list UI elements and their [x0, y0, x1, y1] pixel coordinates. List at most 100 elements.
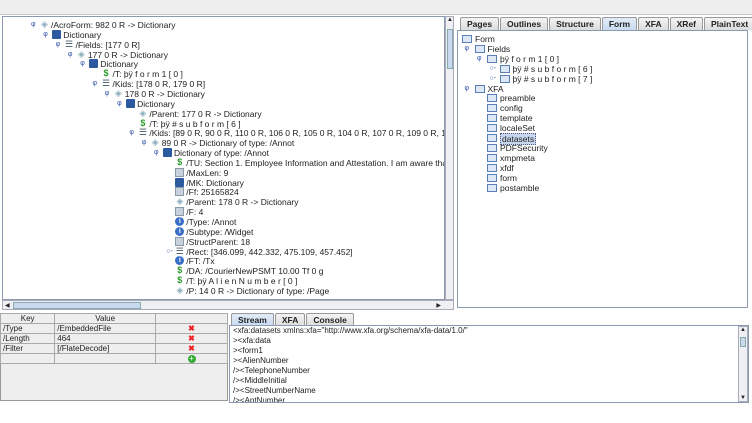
collapse-icon[interactable]: φ — [31, 21, 38, 28]
collapse-icon[interactable]: φ — [465, 85, 472, 92]
tree-node[interactable]: φ Dictionary of type: /Annot — [3, 148, 444, 158]
collapse-icon[interactable]: φ — [68, 51, 75, 58]
key-cell[interactable]: /Length — [0, 333, 56, 344]
collapse-icon[interactable]: φ — [117, 100, 124, 107]
tree-node[interactable]: /F: 4 — [3, 207, 444, 217]
scroll-up-icon[interactable]: ▲ — [447, 17, 453, 23]
tree-node[interactable]: /StructParent: 18 — [3, 236, 444, 247]
form-tree-node[interactable]: xmpmeta — [458, 153, 747, 163]
tree-node[interactable]: /MaxLen: 9 — [3, 167, 444, 178]
form-tree-node[interactable]: φ XFA — [458, 84, 747, 94]
tree-node[interactable]: φ ◈ 178 0 R -> Dictionary — [3, 88, 444, 99]
tree-node[interactable]: φ ◈ 177 0 R -> Dictionary — [3, 49, 444, 60]
tree-node[interactable]: φ ◈ 89 0 R -> Dictionary of type: /Annot — [3, 138, 444, 149]
delete-icon[interactable]: ✖ — [155, 343, 228, 354]
tab-plaintext[interactable]: PlainText — [704, 17, 752, 30]
key-cell[interactable] — [0, 353, 56, 364]
form-tree-node[interactable]: Form — [458, 34, 747, 44]
tree-node[interactable]: ○- ☰/Rect: [346.099, 442.332, 475.109, 45… — [3, 246, 444, 257]
value-cell[interactable] — [54, 353, 156, 364]
form-tree-node[interactable]: ○- þÿ # s u b f o r m [ 7 ] — [458, 74, 747, 84]
tree-node[interactable]: $/TU: Section 1. Employee Information an… — [3, 157, 444, 168]
tree-node[interactable]: /MK: Dictionary — [3, 177, 444, 188]
tree-node[interactable]: $/T: þÿ A l i e n N u m b e r [ 0 ] — [3, 276, 444, 287]
tree-node[interactable]: $/T: þÿ # s u b f o r m [ 6 ] — [3, 118, 444, 129]
tree-node[interactable]: i/Type: /Annot — [3, 217, 444, 227]
delete-icon[interactable]: ✖ — [155, 323, 228, 334]
form-tree-node[interactable]: φ Fields — [458, 44, 747, 54]
tree-node[interactable]: /Ff: 25165824 — [3, 187, 444, 197]
collapse-icon[interactable]: φ — [465, 45, 472, 52]
table-row[interactable]: /Filter [/FlateDecode] ✖ — [0, 343, 228, 354]
tree-node[interactable]: φ Dictionary — [3, 98, 444, 109]
expand-icon[interactable]: ○- — [490, 65, 497, 72]
scroll-right-icon[interactable]: ▶ — [436, 302, 441, 309]
form-node-icon — [487, 94, 497, 103]
scroll-thumb[interactable] — [447, 29, 453, 69]
table-row[interactable]: /Length 464 ✖ — [0, 333, 228, 344]
object-tree[interactable]: φ ◈/AcroForm: 982 0 R -> Dictionary φ Dicti… — [2, 16, 445, 300]
key-cell[interactable]: /Type — [0, 323, 56, 334]
tab-pages[interactable]: Pages — [460, 17, 500, 30]
tab-outlines[interactable]: Outlines — [500, 17, 549, 30]
tab-structure[interactable]: Structure — [549, 17, 601, 30]
tree-node[interactable]: φ Dictionary — [3, 59, 444, 69]
key-cell[interactable]: /Filter — [0, 343, 56, 354]
form-tree-node[interactable]: datasets — [458, 133, 747, 145]
form-tree-node[interactable]: form — [458, 173, 747, 183]
column-key[interactable]: Key — [0, 313, 56, 324]
tree-node[interactable]: φ ☰/Fields: [177 0 R] — [3, 39, 444, 50]
form-tree-node[interactable]: preamble — [458, 93, 747, 103]
tree-node[interactable]: i/FT: /Tx — [3, 256, 444, 266]
tree-node[interactable]: φ ☰/Kids: [178 0 R, 179 0 R] — [3, 79, 444, 90]
tree-node[interactable]: ◈/Parent: 178 0 R -> Dictionary — [3, 197, 444, 208]
scroll-thumb[interactable] — [13, 302, 141, 309]
column-value[interactable]: Value — [54, 313, 156, 324]
collapse-icon[interactable]: φ — [142, 139, 149, 146]
expand-icon[interactable]: ○- — [166, 248, 173, 255]
tab-form[interactable]: Form — [601, 17, 638, 30]
collapse-icon[interactable]: φ — [56, 41, 63, 48]
collapse-icon[interactable]: φ — [154, 149, 161, 156]
add-icon[interactable]: + — [187, 355, 196, 363]
table-row[interactable]: /Type/EmbeddedFile ✖ — [0, 323, 228, 334]
tab-xref[interactable]: XRef — [669, 17, 704, 30]
scroll-thumb[interactable] — [740, 337, 746, 347]
value-cell[interactable]: 464 — [54, 333, 156, 344]
collapse-icon[interactable]: φ — [105, 90, 112, 97]
value-cell[interactable]: [/FlateDecode] — [54, 343, 156, 354]
value-cell[interactable]: /EmbeddedFile — [54, 323, 156, 334]
form-tree-node[interactable]: φ þÿ f o r m 1 [ 0 ] — [458, 54, 747, 64]
form-tree-node[interactable]: PDFSecurity — [458, 143, 747, 153]
form-tree-node[interactable]: postamble — [458, 183, 747, 193]
scroll-down-icon[interactable]: ▼ — [740, 395, 746, 401]
form-tree-node[interactable]: localeSet — [458, 123, 747, 133]
tab-xfa[interactable]: XFA — [638, 17, 669, 30]
scroll-left-icon[interactable]: ◀ — [5, 302, 10, 309]
form-tree-node[interactable]: xfdf — [458, 163, 747, 173]
collapse-icon[interactable]: φ — [43, 31, 50, 38]
tree-node[interactable]: ◈/Parent: 177 0 R -> Dictionary — [3, 108, 444, 119]
form-tree-node[interactable]: ○- þÿ # s u b f o r m [ 6 ] — [458, 64, 747, 74]
form-tree-node[interactable]: config — [458, 103, 747, 113]
stream-scrollbar[interactable]: ▲ ▼ — [738, 326, 748, 402]
tree-node[interactable]: $/T: þÿ f o r m 1 [ 0 ] — [3, 69, 444, 80]
tree-node[interactable]: φ ◈/AcroForm: 982 0 R -> Dictionary — [3, 20, 444, 31]
tree-vertical-scrollbar[interactable]: ▲ — [445, 16, 454, 300]
collapse-icon[interactable]: φ — [129, 129, 136, 136]
collapse-icon[interactable]: φ — [477, 55, 484, 62]
tree-node[interactable]: $/DA: /CourierNewPSMT 10.00 Tf 0 g — [3, 266, 444, 277]
tree-node[interactable]: ◈/P: 14 0 R -> Dictionary of type: /Page — [3, 285, 444, 296]
tree-node[interactable]: i/Subtype: /Widget — [3, 226, 444, 237]
form-tree-node[interactable]: template — [458, 113, 747, 123]
tree-node[interactable]: φ ☰/Kids: [89 0 R, 90 0 R, 110 0 R, 106 0… — [3, 128, 444, 139]
stream-view[interactable]: <xfa:datasets xmlns:xfa="http://www.xfa.… — [229, 325, 749, 403]
form-tree-label: þÿ f o r m 1 [ 0 ] — [500, 53, 560, 64]
tree-horizontal-scrollbar[interactable]: ◀ ▶ — [2, 300, 454, 310]
form-tree[interactable]: Form φ Fields φ þÿ f o r m 1 [ 0 ] ○- þÿ # s u… — [457, 30, 748, 308]
delete-icon[interactable]: ✖ — [155, 333, 228, 344]
scroll-up-icon[interactable]: ▲ — [740, 327, 746, 333]
collapse-icon[interactable]: φ — [93, 80, 100, 87]
expand-icon[interactable]: ○- — [490, 75, 497, 82]
collapse-icon[interactable]: φ — [80, 60, 87, 67]
